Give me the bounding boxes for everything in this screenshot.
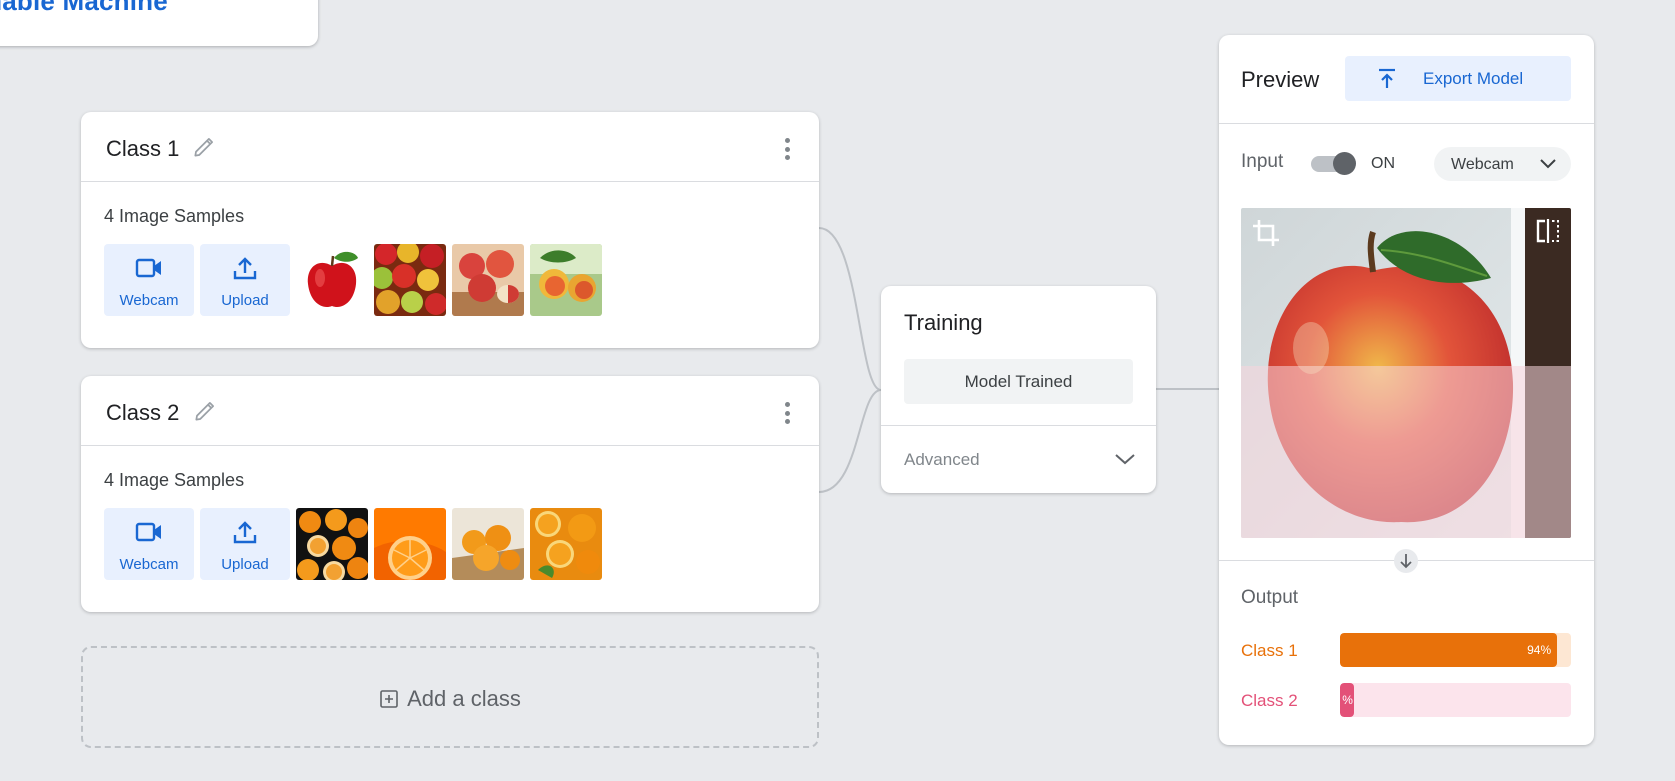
training-card: Training Model Trained Advanced (881, 286, 1156, 493)
sample-thumbnail[interactable] (374, 508, 446, 580)
sample-thumbnail[interactable] (530, 244, 602, 316)
app-logo[interactable]: Teachable Machine (0, 0, 318, 46)
more-options-icon[interactable] (783, 402, 791, 424)
sample-count: 4 Image Samples (104, 470, 245, 490)
upload-button-label: Upload (221, 292, 269, 309)
input-label: Input (1241, 151, 1284, 172)
class-title[interactable]: Class 2 (106, 400, 179, 426)
upload-button[interactable]: Upload (200, 244, 290, 316)
sample-thumbnail[interactable] (296, 508, 368, 580)
upload-button-label: Upload (221, 556, 269, 573)
output-class-label: Class 1 (1241, 641, 1298, 660)
upload-icon (233, 257, 257, 280)
sample-count: 4 Image Samples (104, 206, 245, 226)
divider (1219, 123, 1594, 124)
sample-thumbnail[interactable] (452, 508, 524, 580)
toggle-state-label: ON (1371, 155, 1395, 172)
add-class-label: Add a class (407, 686, 521, 711)
export-model-button[interactable]: Export Model (1345, 56, 1571, 101)
confidence-percent: % (1342, 693, 1353, 707)
sample-thumbnail[interactable] (530, 508, 602, 580)
edit-pencil-icon[interactable] (192, 398, 218, 424)
class-card-1: Class 1 4 Image Samples Webcam Upload (81, 112, 819, 348)
more-options-icon[interactable] (783, 138, 791, 160)
preview-title: Preview (1241, 67, 1320, 92)
edit-pencil-icon[interactable] (191, 134, 217, 160)
confidence-bar-fill: % (1340, 683, 1354, 717)
upload-button[interactable]: Upload (200, 508, 290, 580)
upload-icon (233, 521, 257, 544)
input-source-select[interactable]: Webcam (1434, 147, 1571, 181)
confidence-bar: % (1340, 683, 1571, 717)
sample-thumbnail[interactable] (452, 244, 524, 316)
export-model-label: Export Model (1423, 69, 1524, 88)
video-camera-icon (135, 258, 161, 278)
output-row: Class 1 94% (1241, 633, 1571, 667)
webcam-button[interactable]: Webcam (104, 508, 194, 580)
chevron-down-icon (1115, 454, 1135, 465)
preview-panel: Preview Export Model Input ON Webcam Out… (1219, 35, 1594, 745)
output-class-label: Class 2 (1241, 691, 1298, 710)
webcam-feed-image (1241, 208, 1571, 538)
sample-thumbnail[interactable] (296, 244, 368, 316)
output-row: Class 2% (1241, 683, 1571, 717)
advanced-toggle[interactable]: Advanced (881, 426, 1156, 493)
confidence-bar-fill: 94% (1340, 633, 1558, 667)
input-toggle[interactable] (1311, 152, 1356, 175)
chevron-down-icon (1540, 159, 1556, 169)
class-card-2: Class 2 4 Image Samples Webcam Upload (81, 376, 819, 612)
webcam-button[interactable]: Webcam (104, 244, 194, 316)
flip-horizontal-icon[interactable] (1535, 218, 1561, 244)
training-title: Training (904, 310, 983, 335)
confidence-percent: 94% (1527, 643, 1552, 657)
model-trained-button[interactable]: Model Trained (904, 359, 1133, 404)
crop-icon[interactable] (1251, 218, 1281, 248)
arrow-down-icon[interactable] (1394, 549, 1418, 573)
video-camera-icon (135, 522, 161, 542)
app-logo-text: Teachable Machine (0, 0, 168, 16)
webcam-button-label: Webcam (119, 556, 179, 573)
add-box-icon (380, 690, 398, 708)
upload-arrow-icon (1379, 68, 1395, 88)
output-label: Output (1241, 587, 1299, 608)
class-card-header: Class 2 (81, 376, 819, 446)
sample-thumbnail[interactable] (374, 244, 446, 316)
advanced-label: Advanced (904, 450, 980, 469)
webcam-button-label: Webcam (119, 292, 179, 309)
add-class-button[interactable]: Add a class (81, 646, 819, 748)
confidence-bar: 94% (1340, 633, 1571, 667)
input-source-value: Webcam (1451, 156, 1514, 173)
class-title[interactable]: Class 1 (106, 136, 179, 162)
webcam-preview (1241, 208, 1571, 538)
class-card-header: Class 1 (81, 112, 819, 182)
